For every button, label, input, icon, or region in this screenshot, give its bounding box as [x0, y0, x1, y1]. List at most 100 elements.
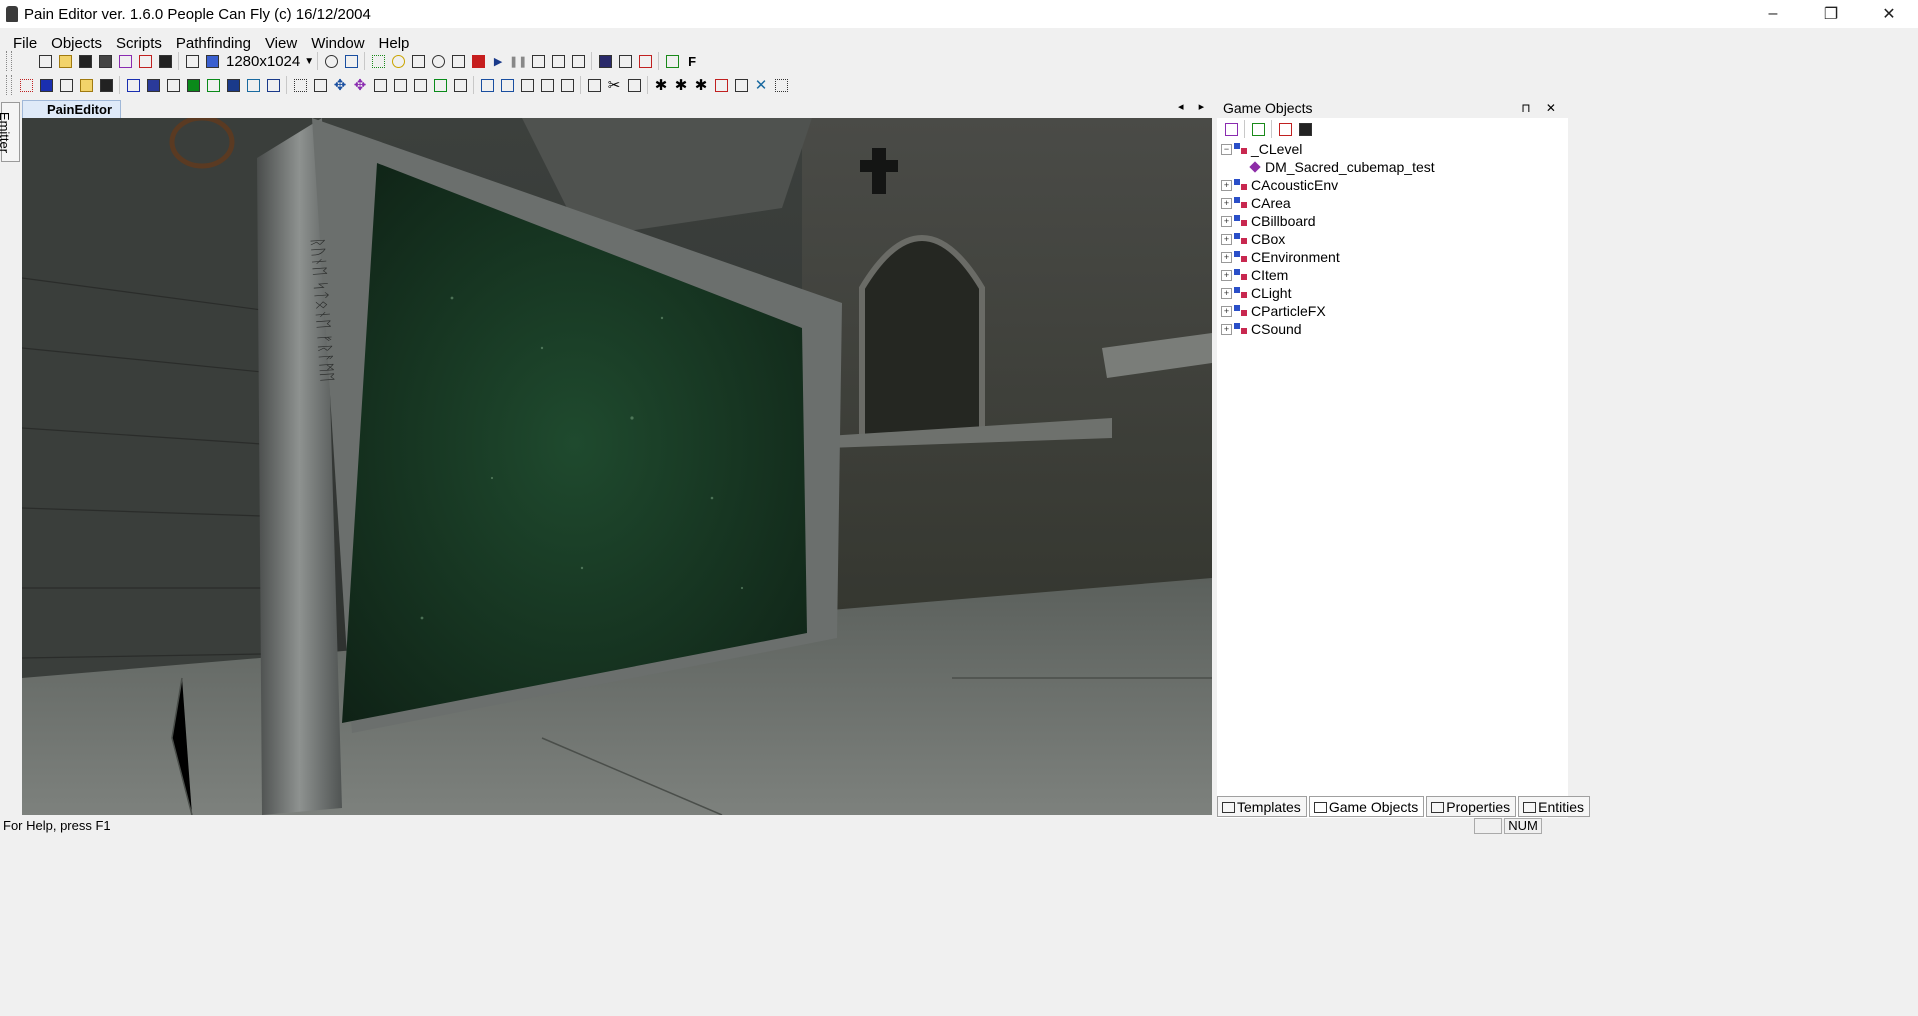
see-all-icon[interactable]: [498, 76, 516, 94]
grid-icon[interactable]: [636, 52, 654, 70]
expand-icon[interactable]: +: [1221, 233, 1232, 245]
white-box-icon[interactable]: [204, 76, 222, 94]
tab-templates[interactable]: Templates: [1217, 796, 1307, 817]
new-icon[interactable]: [57, 76, 75, 94]
split-box-icon[interactable]: [224, 76, 242, 94]
tree-node-carea[interactable]: + CArea: [1221, 194, 1568, 212]
open-folder-icon[interactable]: [77, 76, 95, 94]
tab-properties[interactable]: Properties: [1426, 796, 1517, 817]
mesh-icon[interactable]: [144, 76, 162, 94]
tree-node-citem[interactable]: + CItem: [1221, 266, 1568, 284]
f-button[interactable]: F: [683, 52, 701, 70]
target-icon[interactable]: [244, 76, 262, 94]
red-gear-icon[interactable]: [712, 76, 730, 94]
step-icon[interactable]: [549, 52, 567, 70]
tree-node-cparticlefx[interactable]: + CParticleFX: [1221, 302, 1568, 320]
rotate-icon[interactable]: ✥: [351, 76, 369, 94]
tree-node-clevel[interactable]: − _CLevel: [1221, 140, 1568, 158]
new-level-icon[interactable]: [36, 52, 54, 70]
copy-icon[interactable]: [585, 76, 603, 94]
expand-icon[interactable]: +: [1221, 269, 1232, 281]
collapse-icon[interactable]: −: [1221, 143, 1232, 155]
step-back-icon[interactable]: [529, 52, 547, 70]
pause-icon[interactable]: ❚❚: [509, 52, 527, 70]
burst-icon[interactable]: ✱: [692, 76, 710, 94]
draw-icon[interactable]: [518, 76, 536, 94]
expand-icon[interactable]: +: [1221, 323, 1232, 335]
emitter-tab[interactable]: Emitter: [0, 102, 20, 162]
tree-node-csound[interactable]: + CSound: [1221, 320, 1568, 338]
expand-icon[interactable]: +: [1221, 215, 1232, 227]
expand-icon[interactable]: +: [1221, 251, 1232, 263]
step-forward-icon[interactable]: [569, 52, 587, 70]
delete-icon[interactable]: [136, 52, 154, 70]
pick-icon[interactable]: [1222, 120, 1240, 138]
toolbar-grip[interactable]: [6, 51, 12, 71]
tab-game-objects[interactable]: Game Objects: [1308, 796, 1425, 817]
light-icon[interactable]: [389, 52, 407, 70]
close-button[interactable]: ✕: [1860, 0, 1918, 28]
screen-icon[interactable]: [203, 52, 221, 70]
chevron-down-icon[interactable]: ▼: [304, 56, 314, 67]
frame-icon[interactable]: [264, 76, 282, 94]
unlink-icon[interactable]: [164, 76, 182, 94]
refresh-icon[interactable]: [663, 52, 681, 70]
set-icon[interactable]: [451, 76, 469, 94]
render-icon[interactable]: [596, 52, 614, 70]
expand-icon[interactable]: +: [1221, 179, 1232, 191]
tree-node-cenvironment[interactable]: + CEnvironment: [1221, 248, 1568, 266]
eye-icon[interactable]: [322, 52, 340, 70]
minimize-button[interactable]: –: [1744, 0, 1802, 28]
link-icon[interactable]: [124, 76, 142, 94]
explode-icon[interactable]: ✱: [672, 76, 690, 94]
undo-icon[interactable]: [625, 76, 643, 94]
audio-icon[interactable]: [616, 52, 634, 70]
resolution-select[interactable]: 1280x1024: [222, 53, 304, 70]
tab-entities[interactable]: Entities: [1518, 796, 1591, 817]
toolbar-grip[interactable]: [6, 75, 12, 95]
save-icon[interactable]: [1296, 120, 1314, 138]
split-icon[interactable]: [538, 76, 556, 94]
bracket-icon[interactable]: [558, 76, 576, 94]
see-icon[interactable]: [478, 76, 496, 94]
expand-icon[interactable]: +: [1221, 287, 1232, 299]
snap-icon[interactable]: [291, 76, 309, 94]
blue-square-icon[interactable]: [37, 76, 55, 94]
document-tab[interactable]: PainEditor: [22, 100, 122, 119]
3d-viewport[interactable]: ᚱᚢᚾᛖ ᛋᛏᛟᚾᛖ ᚠᚱᚨᛗᛖ: [22, 118, 1212, 815]
sets-icon[interactable]: [371, 76, 389, 94]
green-box-icon[interactable]: [184, 76, 202, 94]
skull-icon[interactable]: [429, 52, 447, 70]
expand-icon[interactable]: +: [1221, 197, 1232, 209]
lightning-icon[interactable]: [469, 52, 487, 70]
tree-node-level-file[interactable]: DM_Sacred_cubemap_test: [1221, 158, 1568, 176]
restore-button[interactable]: ❐: [1802, 0, 1860, 28]
wrench-icon[interactable]: [342, 52, 360, 70]
cut-icon[interactable]: ✂: [605, 76, 623, 94]
select-icon[interactable]: [369, 52, 387, 70]
window-mode-icon[interactable]: [183, 52, 201, 70]
tree-node-clight[interactable]: + CLight: [1221, 284, 1568, 302]
cross-icon[interactable]: ✱: [652, 76, 670, 94]
delete-icon[interactable]: [1276, 120, 1294, 138]
panel-pin-close[interactable]: ⊓ ✕: [1521, 101, 1562, 115]
save-small-icon[interactable]: [156, 52, 174, 70]
tree-node-cbox[interactable]: + CBox: [1221, 230, 1568, 248]
make-icon[interactable]: [391, 76, 409, 94]
tree-node-cacousticenv[interactable]: + CAcousticEnv: [1221, 176, 1568, 194]
pick-icon[interactable]: [116, 52, 134, 70]
make-pf-icon[interactable]: [732, 76, 750, 94]
open-folder-icon[interactable]: [56, 52, 74, 70]
set-green-icon[interactable]: [431, 76, 449, 94]
goto-icon[interactable]: [411, 76, 429, 94]
align-icon[interactable]: [311, 76, 329, 94]
save-icon[interactable]: [97, 76, 115, 94]
play-icon[interactable]: ▶: [489, 52, 507, 70]
grid-toggle-icon[interactable]: [772, 76, 790, 94]
expand-icon[interactable]: +: [1221, 305, 1232, 317]
checker-icon[interactable]: [17, 76, 35, 94]
move-icon[interactable]: ✥: [331, 76, 349, 94]
save-all-icon[interactable]: [96, 52, 114, 70]
refresh-icon[interactable]: [1249, 120, 1267, 138]
x-icon[interactable]: ✕: [752, 76, 770, 94]
